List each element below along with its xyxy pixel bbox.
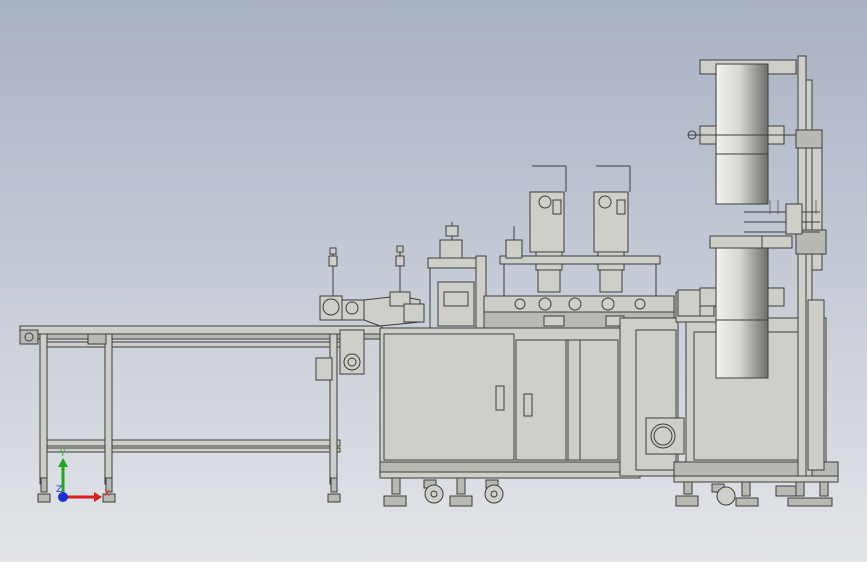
triad-x-arrowhead [94,492,102,502]
upper-material-roll [715,63,769,205]
machine-drawing: X Y Z [19,55,839,507]
infeed-arm [319,245,425,327]
axis-triad[interactable]: X Y Z [56,449,110,502]
lower-material-roll [715,239,769,379]
cad-viewport[interactable]: X Y Z [0,0,867,562]
triad-y-label: Y [59,449,66,459]
triad-z-label: Z [56,485,62,495]
main-cabinet [379,327,641,479]
triad-x-label: X [104,489,110,499]
right-casters [675,481,833,507]
welding-stations [427,165,675,329]
conveyor [19,325,383,503]
main-casters [383,477,504,507]
triad-y-arrowhead [58,458,68,467]
